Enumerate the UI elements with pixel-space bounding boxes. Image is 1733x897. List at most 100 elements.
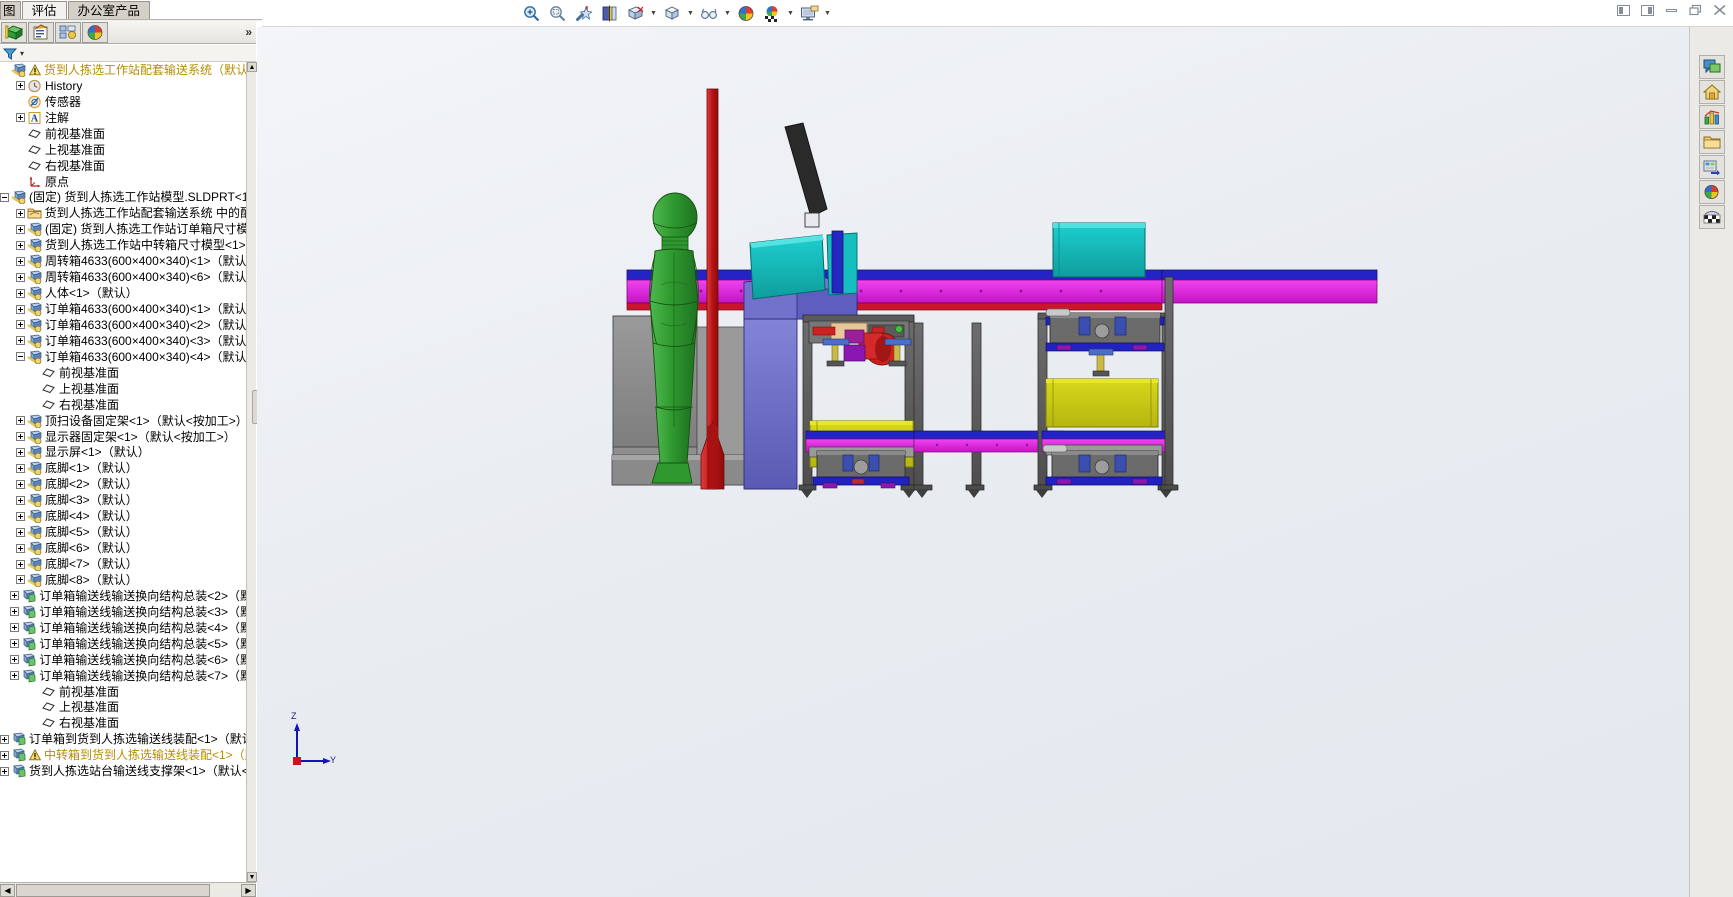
tree-item[interactable]: 右视基准面 — [0, 715, 252, 731]
expand-icon[interactable] — [16, 336, 25, 346]
close-icon[interactable] — [1712, 3, 1727, 17]
feature-manager-tree-tab[interactable] — [1, 21, 27, 43]
collapse-icon[interactable] — [0, 192, 9, 202]
tree-item[interactable]: 前视基准面 — [0, 126, 252, 142]
tree-item[interactable]: 订单箱4633(600×400×340)<2>（默认 — [0, 317, 252, 333]
scroll-right-arrow[interactable]: ▶ — [241, 883, 256, 897]
tree-item[interactable]: History — [0, 78, 252, 94]
manager-overflow-chevron[interactable]: » — [245, 25, 252, 39]
zoom-in-icon[interactable] — [520, 2, 542, 24]
expand-icon[interactable] — [16, 81, 25, 91]
expand-icon[interactable] — [15, 208, 25, 218]
tree-filter-dropdown-icon[interactable]: ▾ — [20, 49, 24, 58]
horizontal-scroll-thumb[interactable] — [16, 883, 210, 897]
expand-icon[interactable] — [10, 591, 20, 601]
tree-item[interactable]: 显示器固定架<1>（默认<按加工>） — [0, 429, 252, 445]
zoom-fit-icon[interactable] — [546, 2, 568, 24]
expand-icon[interactable] — [16, 479, 25, 489]
chart-icon[interactable] — [1698, 105, 1725, 129]
tree-item[interactable]: 右视基准面 — [0, 397, 252, 413]
tree-item[interactable]: 顶扫设备固定架<1>（默认<按加工>） — [0, 413, 252, 429]
expand-icon[interactable] — [0, 766, 9, 776]
tree-item[interactable]: 底脚<5>（默认） — [0, 524, 252, 540]
tree-item[interactable]: 上视基准面 — [0, 142, 252, 158]
tree-vertical-scrollbar[interactable]: ▲ ▼ — [246, 62, 257, 882]
tree-item[interactable]: 订单箱输送线输送换向结构总装<2>（默 — [0, 588, 252, 604]
expand-icon[interactable] — [16, 543, 25, 553]
display-style-dropdown-icon[interactable]: ▼ — [685, 3, 696, 23]
expand-icon[interactable] — [10, 623, 20, 633]
tree-item[interactable]: 订单箱4633(600×400×340)<3>（默认 — [0, 333, 252, 349]
scroll-left-arrow[interactable]: ◀ — [0, 883, 15, 897]
expand-icon[interactable] — [16, 272, 25, 282]
expand-icon[interactable] — [16, 113, 25, 123]
expand-icon[interactable] — [16, 304, 25, 314]
tree-item[interactable]: 底脚<2>（默认） — [0, 476, 252, 492]
scroll-down-arrow[interactable]: ▼ — [247, 872, 257, 882]
expand-icon[interactable] — [16, 224, 25, 234]
expand-icon[interactable] — [16, 463, 25, 473]
expand-icon[interactable] — [10, 639, 20, 649]
magic-wand-icon[interactable] — [572, 2, 594, 24]
hide-show-dropdown-icon[interactable]: ▼ — [722, 3, 733, 23]
comment-icon[interactable] — [1698, 55, 1725, 79]
expand-icon[interactable] — [10, 607, 20, 617]
expand-icon[interactable] — [0, 734, 9, 744]
tree-item[interactable]: (固定) 货到人拣选工作站订单箱尺寸模 — [0, 221, 252, 237]
tree-item[interactable]: 货到人拣选工作站配套输送系统 中的配 — [0, 205, 252, 221]
tree-item[interactable]: 订单箱4633(600×400×340)<4>（默认 — [0, 349, 252, 365]
expand-icon[interactable] — [16, 559, 25, 569]
expand-icon[interactable] — [16, 288, 25, 298]
expand-icon[interactable] — [16, 447, 25, 457]
appearance-sphere-icon[interactable] — [735, 2, 757, 24]
property-manager-tab[interactable] — [28, 21, 54, 43]
tree-item[interactable]: 订单箱输送线输送换向结构总装<4>（默 — [0, 620, 252, 636]
tree-item[interactable]: 原点 — [0, 174, 252, 190]
expand-icon[interactable] — [16, 511, 25, 521]
tree-item[interactable]: 底脚<7>（默认） — [0, 556, 252, 572]
expand-icon[interactable] — [10, 655, 20, 665]
tree-item[interactable]: 订单箱输送线输送换向结构总装<7>（默 — [0, 668, 252, 684]
tree-horizontal-scrollbar[interactable]: ◀ ▶ — [0, 882, 256, 897]
expand-icon[interactable] — [16, 240, 25, 250]
collapse-icon[interactable] — [16, 352, 25, 362]
tree-item[interactable]: 周转箱4633(600×400×340)<1>（默认 — [0, 253, 252, 269]
appearance-sphere-icon[interactable] — [1698, 180, 1725, 204]
expand-icon[interactable] — [16, 527, 25, 537]
tab-office-products[interactable]: 办公室产品 — [67, 1, 151, 20]
restore-right-icon[interactable] — [1640, 3, 1655, 17]
tree-item[interactable]: 底脚<3>（默认） — [0, 492, 252, 508]
funnel-icon[interactable] — [3, 47, 17, 60]
tree-item[interactable]: 货到人拣选工作站配套输送系统（默认<默 — [0, 62, 255, 78]
tree-item[interactable]: 底脚<8>（默认） — [0, 572, 252, 588]
tree-item[interactable]: 显示屏<1>（默认） — [0, 445, 252, 461]
expand-icon[interactable] — [0, 750, 9, 760]
folder-icon[interactable] — [1698, 130, 1725, 154]
tree-item[interactable]: 中转箱到货到人拣选输送线装配<1>（默 — [0, 747, 255, 763]
expand-icon[interactable] — [16, 320, 25, 330]
minimize-icon[interactable] — [1664, 3, 1679, 17]
expand-icon[interactable] — [16, 416, 25, 426]
tree-item[interactable]: 货到人拣选工作站中转箱尺寸模型<1> — [0, 237, 252, 253]
tree-item[interactable]: 底脚<4>（默认） — [0, 508, 252, 524]
tree-item[interactable]: 货到人拣选站台输送线支撑架<1>（默认<按 — [0, 763, 255, 779]
restore-icon[interactable] — [1688, 3, 1703, 17]
feature-manager-tree[interactable]: 货到人拣选工作站配套输送系统（默认<默 History 传感器 A 注解 前视基准面 上视基… — [0, 62, 256, 882]
tree-item[interactable]: 上视基准面 — [0, 700, 252, 716]
view-settings-dropdown-icon[interactable]: ▼ — [822, 3, 833, 23]
view-orientation-icon[interactable] — [624, 2, 646, 24]
tab-view[interactable]: 图 — [0, 1, 21, 20]
tree-item[interactable]: (固定) 货到人拣选工作站模型.SLDPRT<1> — [0, 190, 255, 206]
tree-item[interactable]: 前视基准面 — [0, 684, 252, 700]
expand-icon[interactable] — [16, 256, 25, 266]
view-orientation-dropdown-icon[interactable]: ▼ — [648, 3, 659, 23]
tab-evaluate[interactable]: 评估 — [21, 1, 67, 20]
tree-item[interactable]: 订单箱到货到人拣选输送线装配<1>（默认 — [0, 731, 254, 747]
section-view-icon[interactable] — [598, 2, 620, 24]
expand-icon[interactable] — [16, 432, 25, 442]
tree-item[interactable]: 周转箱4633(600×400×340)<6>（默认 — [0, 269, 252, 285]
tree-item[interactable]: 订单箱输送线输送换向结构总装<6>（默 — [0, 652, 252, 668]
tree-item[interactable]: 传感器 — [0, 94, 252, 110]
tree-item[interactable]: A 注解 — [0, 110, 252, 126]
layout-icon[interactable] — [1698, 155, 1725, 179]
